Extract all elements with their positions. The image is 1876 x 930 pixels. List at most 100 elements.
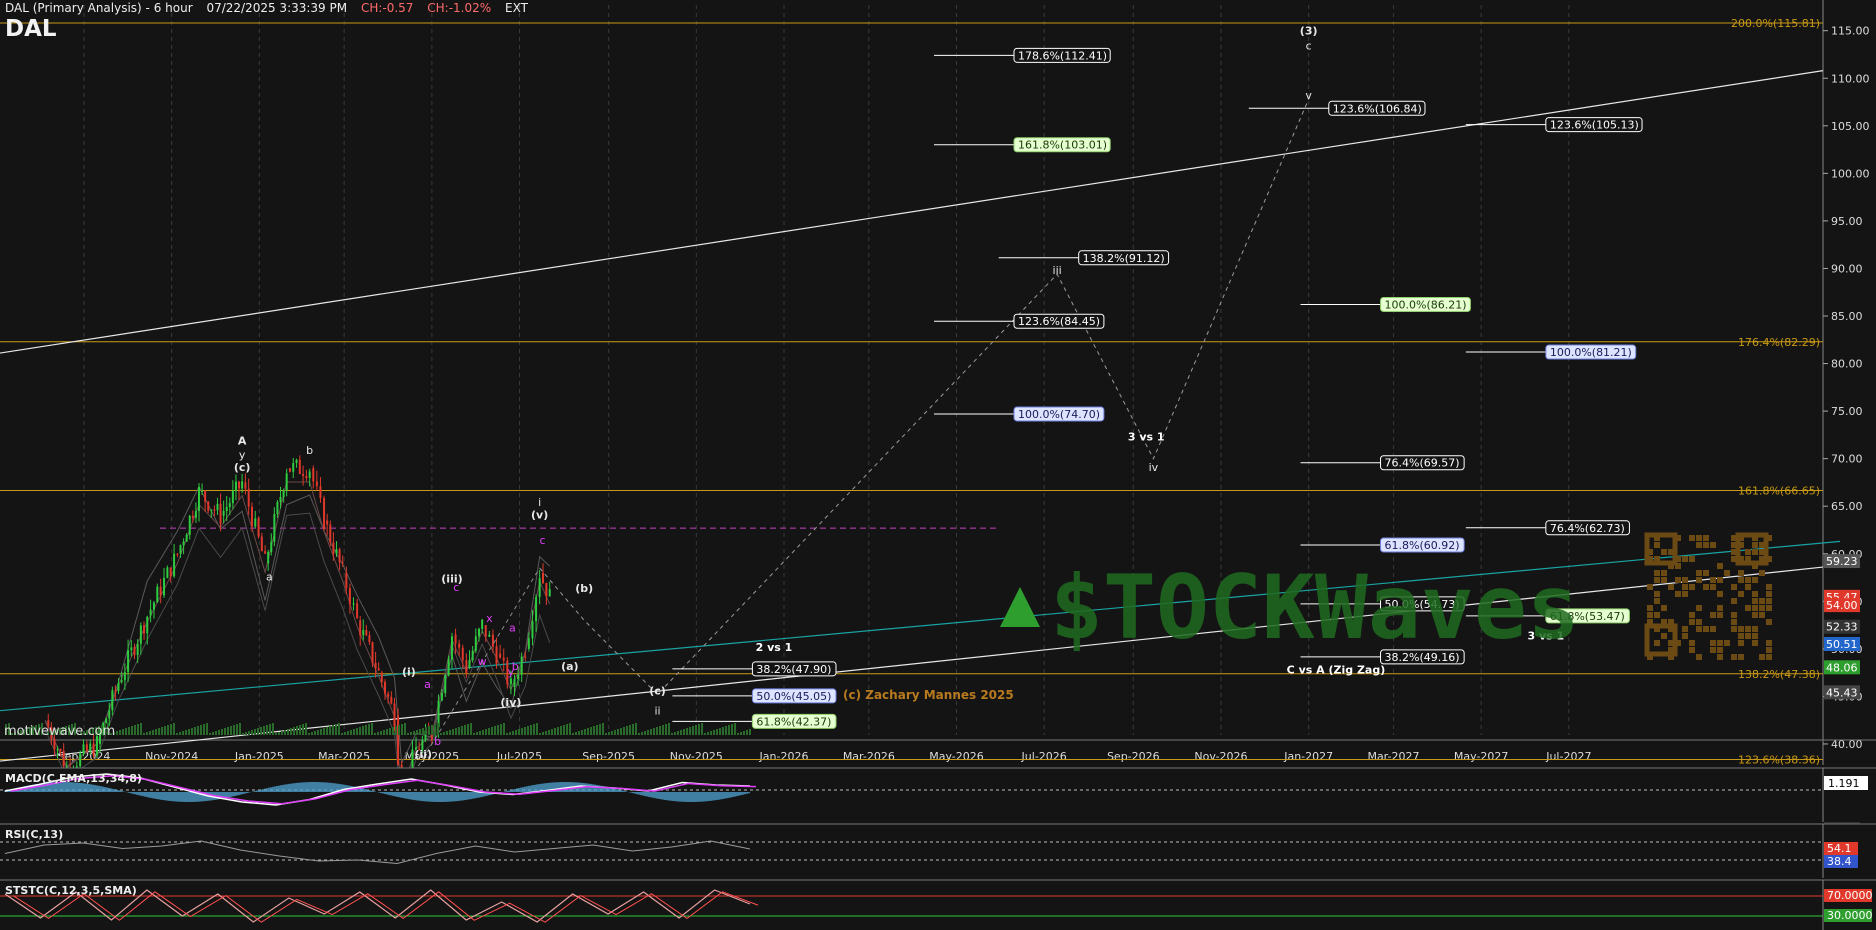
qr-cell — [1745, 626, 1751, 632]
qr-cell — [1717, 612, 1723, 618]
qr-cell — [1745, 605, 1751, 611]
x-tick-label: Jul-2025 — [496, 750, 542, 763]
qr-cell — [1696, 535, 1702, 541]
volume-bar — [437, 723, 439, 735]
qr-cell — [1647, 612, 1653, 618]
macd-value-label: 1.191 — [1828, 777, 1860, 790]
qr-cell — [1731, 654, 1737, 660]
volume-bar — [236, 724, 238, 735]
qr-cell — [1661, 577, 1667, 583]
qr-cell — [1731, 626, 1737, 632]
volume-bar — [215, 731, 217, 735]
projection-label: 61.8%(42.37) — [756, 715, 831, 728]
volume-bar — [290, 728, 292, 735]
candle-body — [228, 503, 231, 508]
volume-bar — [395, 726, 397, 735]
price-tag-label: 52.33 — [1826, 621, 1858, 634]
volume-bar — [632, 724, 634, 735]
volume-bar — [326, 727, 328, 735]
candle-body — [488, 634, 491, 637]
candle-body — [345, 572, 348, 589]
volume-bar — [359, 727, 361, 735]
volume-bar — [569, 723, 571, 735]
volume-bar — [455, 728, 457, 735]
price-tag-label: 54.00 — [1826, 599, 1858, 612]
candle-body — [120, 680, 123, 683]
wave-label: iv — [1149, 461, 1159, 474]
candle-body — [123, 672, 126, 681]
annotation-label: C vs A (Zig Zag) — [1287, 664, 1386, 677]
candle-body — [267, 552, 270, 564]
candle-body — [173, 553, 176, 577]
fib-label: 138.2%(47.38) — [1738, 668, 1820, 681]
candle-body — [380, 672, 383, 682]
candle-body — [371, 642, 374, 664]
rsi-value-label: 54.1 — [1827, 842, 1852, 855]
wave-label: (i) — [402, 665, 416, 678]
volume-bar — [584, 729, 586, 735]
volume-bar — [725, 726, 727, 735]
stoch-panel — [0, 880, 1876, 930]
qr-cell — [1731, 584, 1737, 590]
qr-cell — [1696, 542, 1702, 548]
qr-cell — [1745, 549, 1751, 555]
fib-label: 176.4%(82.29) — [1738, 336, 1820, 349]
y-tick-label: 105.00 — [1831, 120, 1870, 133]
volume-bar — [416, 730, 418, 735]
qr-cell — [1738, 591, 1744, 597]
stoch-title: STSTC(C,12,3,5,SMA) — [5, 884, 137, 897]
volume-bar — [200, 725, 202, 735]
wave-label: a — [424, 678, 431, 691]
projection-label: 100.0%(74.70) — [1018, 408, 1100, 421]
qr-cell — [1661, 549, 1667, 555]
fib-label: 123.6%(38.36) — [1738, 754, 1820, 767]
qr-cell — [1654, 640, 1660, 646]
candle-body — [53, 739, 56, 750]
x-tick-label: Jul-2026 — [1021, 750, 1067, 763]
stoch-value-label: 30.0000 — [1827, 909, 1873, 922]
x-tick-label: Jan-2025 — [234, 750, 284, 763]
candle-body — [495, 646, 498, 664]
volume-bar — [653, 728, 655, 735]
y-tick-label: 110.00 — [1831, 72, 1870, 85]
volume-bar — [224, 728, 226, 735]
qr-cell — [1689, 612, 1695, 618]
qr-cell — [1759, 654, 1765, 660]
volume-bar — [644, 731, 646, 735]
volume-bar — [341, 733, 343, 735]
candle-body — [210, 509, 213, 511]
wave-label: (ii) — [414, 748, 432, 761]
volume-bar — [647, 730, 649, 735]
projection-label: 50.0%(45.05) — [756, 690, 831, 703]
candle-body — [502, 657, 505, 661]
qr-cell — [1724, 570, 1730, 576]
qr-cell — [1752, 598, 1758, 604]
qr-cell — [1682, 633, 1688, 639]
volume-bar — [617, 729, 619, 735]
candle-body — [156, 586, 159, 603]
fib-label: 161.8%(66.65) — [1738, 485, 1820, 498]
volume-bar — [710, 731, 712, 735]
volume-bar — [701, 723, 703, 735]
y-tick-label: 85.00 — [1831, 310, 1863, 323]
qr-cell — [1710, 542, 1716, 548]
candle-body — [117, 683, 120, 692]
y-tick-label: 75.00 — [1831, 405, 1863, 418]
volume-bar — [554, 728, 556, 735]
qr-cell — [1738, 570, 1744, 576]
candle-body — [207, 501, 210, 511]
qr-cell — [1696, 654, 1702, 660]
qr-cell — [1752, 612, 1758, 618]
candle-body — [308, 471, 311, 479]
candle-body — [292, 463, 295, 472]
candle-body — [365, 629, 368, 636]
volume-bar — [371, 723, 373, 735]
volume-bar — [728, 725, 730, 735]
qr-cell — [1752, 640, 1758, 646]
x-tick-label: May-2027 — [1454, 750, 1509, 763]
volume-bar — [404, 723, 406, 735]
volume-bar — [188, 729, 190, 735]
x-tick-label: Sep-2026 — [1107, 750, 1160, 763]
qr-cell — [1766, 654, 1772, 660]
rsi-title: RSI(C,13) — [5, 828, 64, 841]
